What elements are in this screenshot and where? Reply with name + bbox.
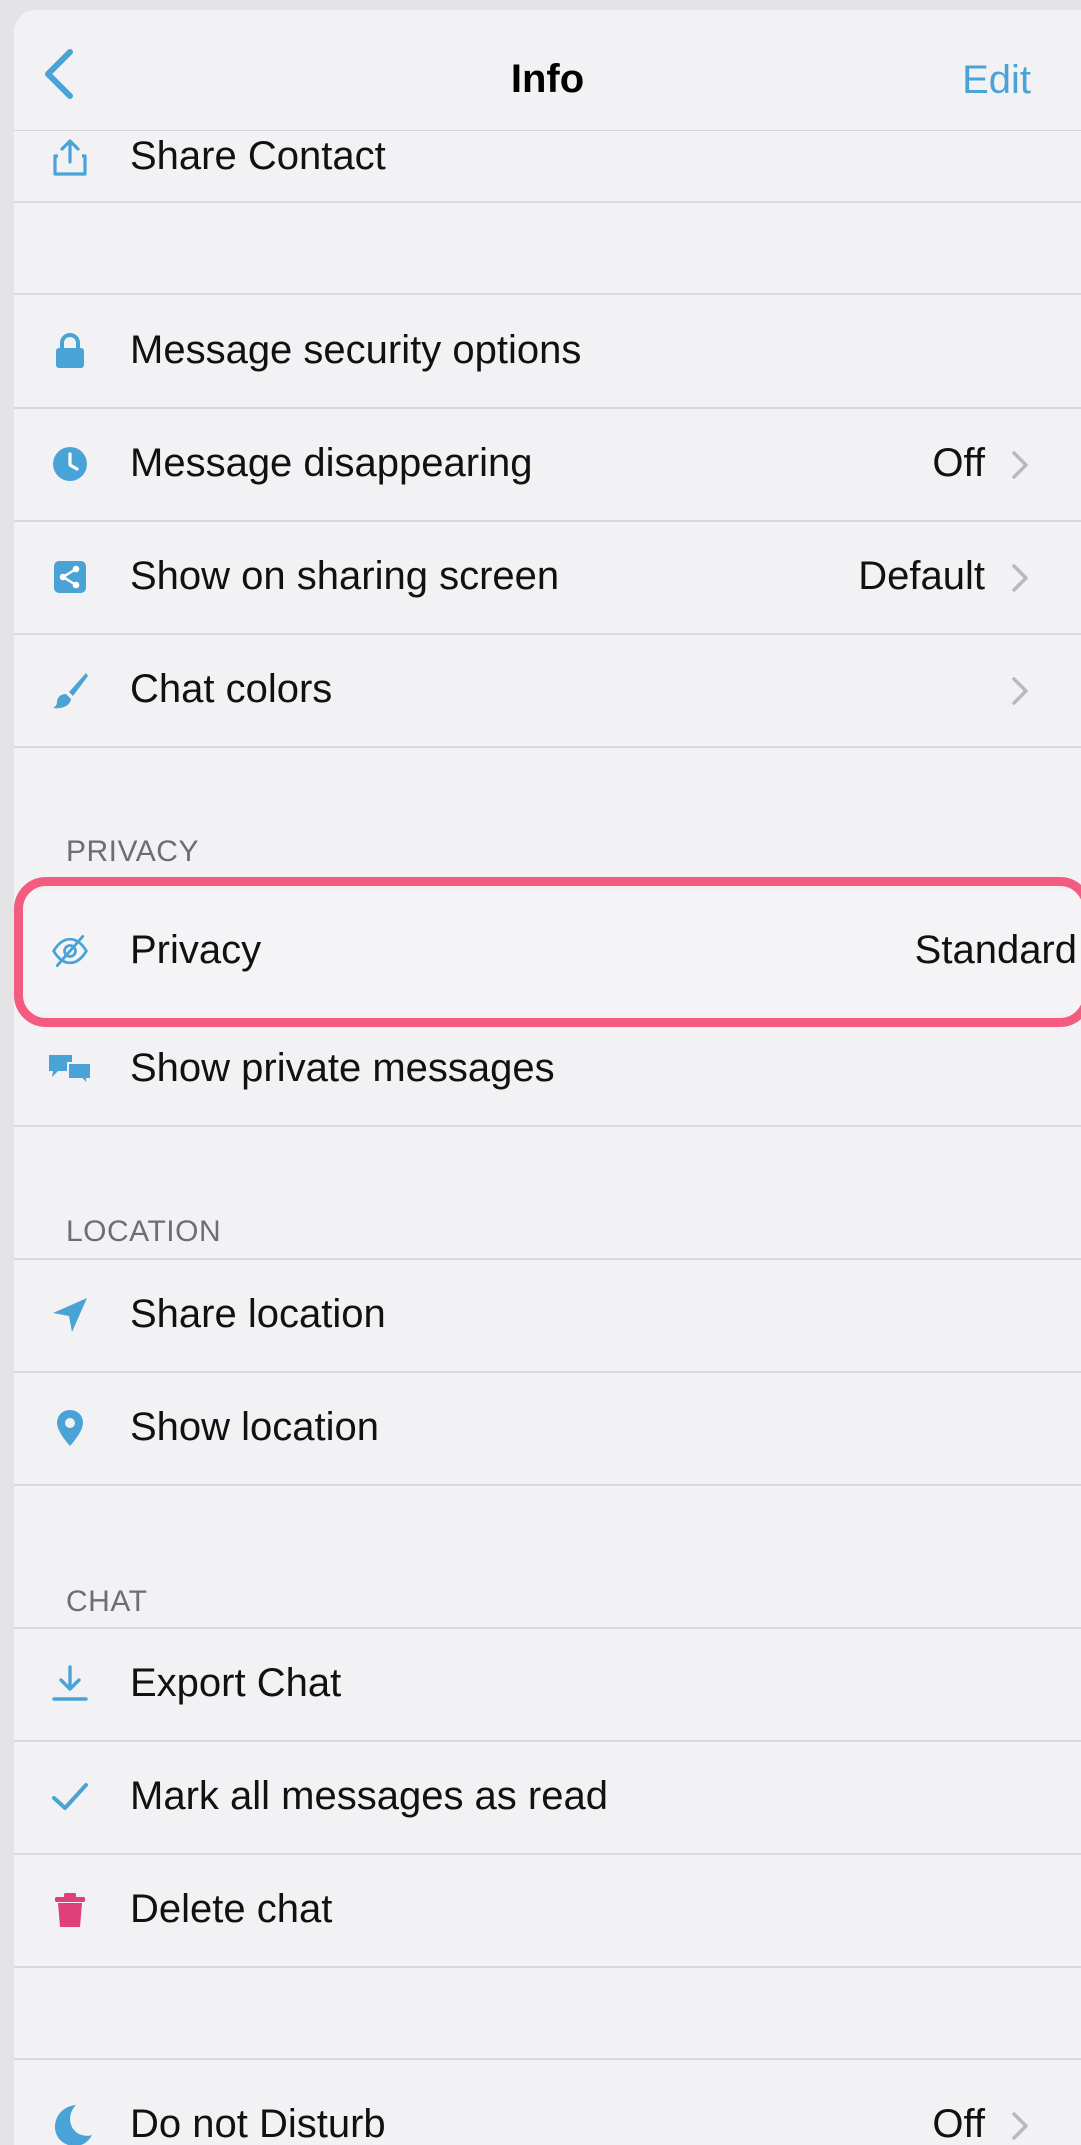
share-contact-label: Share Contact [130,134,386,178]
mark-all-read-label: Mark all messages as read [130,1774,608,1818]
show-location-label: Show location [130,1405,380,1449]
eye-slash-icon [52,935,88,968]
mark-all-read-row[interactable]: Mark all messages as read [14,1741,1081,1853]
clock-icon [53,447,87,481]
show-private-messages-row[interactable]: Show private messages [14,1013,1081,1125]
divider [14,1125,1081,1127]
privacy-label: Privacy [130,928,262,972]
show-private-messages-label: Show private messages [130,1046,555,1090]
do-not-disturb-value: Off [932,2102,985,2145]
show-on-sharing-row[interactable]: Show on sharing screen Default [14,521,1081,633]
page-title: Info [510,57,585,101]
download-icon [52,1665,88,1701]
do-not-disturb-label: Do not Disturb [130,2102,386,2145]
delete-chat-label: Delete chat [130,1887,333,1931]
show-location-row[interactable]: Show location [14,1372,1081,1484]
privacy-row[interactable]: Privacy Standard [14,891,1081,1011]
location-arrow-icon [53,1298,87,1332]
paintbrush-icon [53,673,88,709]
share-location-row[interactable]: Share location [14,1259,1081,1371]
message-security-label: Message security options [130,328,582,372]
show-on-sharing-value: Default [858,554,985,598]
export-chat-row[interactable]: Export Chat [14,1628,1081,1740]
edit-button[interactable]: Edit [962,58,1031,103]
divider [14,201,1081,203]
chat-bubbles-icon [49,1055,92,1088]
divider [14,1966,1081,1968]
show-on-sharing-label: Show on sharing screen [130,554,560,598]
privacy-value: Standard [914,928,1077,972]
trash-icon [55,1893,85,1927]
chat-colors-label: Chat colors [130,667,333,711]
message-disappearing-label: Message disappearing [130,441,533,485]
location-pin-icon [57,1410,83,1446]
message-disappearing-value: Off [932,441,985,485]
share-contact-row[interactable]: Share Contact [14,102,1081,208]
section-header-chat: CHAT [66,1585,148,1618]
section-header-location: LOCATION [66,1215,222,1248]
chat-colors-row[interactable]: Chat colors [14,634,1081,746]
divider [14,1484,1081,1486]
share-icon [53,139,87,176]
info-screen: Info Edit Share Contact Message security… [14,10,1081,2145]
section-header-privacy: PRIVACY [66,835,199,868]
delete-chat-row[interactable]: Delete chat [14,1854,1081,1966]
lock-icon [56,333,84,368]
message-disappearing-row[interactable]: Message disappearing Off [14,408,1081,520]
chevron-right-icon [1012,2112,1028,2140]
share-location-label: Share location [130,1292,386,1336]
message-security-row[interactable]: Message security options [14,295,1081,407]
chevron-right-icon [1012,451,1028,479]
chevron-right-icon [1012,564,1028,592]
export-chat-label: Export Chat [130,1661,342,1705]
do-not-disturb-row[interactable]: Do not Disturb Off [14,2059,1081,2145]
checkmark-icon [52,1783,88,1810]
chevron-right-icon [1012,677,1028,705]
divider [14,746,1081,748]
moon-icon [55,2105,92,2145]
sharing-screen-icon [54,561,86,593]
